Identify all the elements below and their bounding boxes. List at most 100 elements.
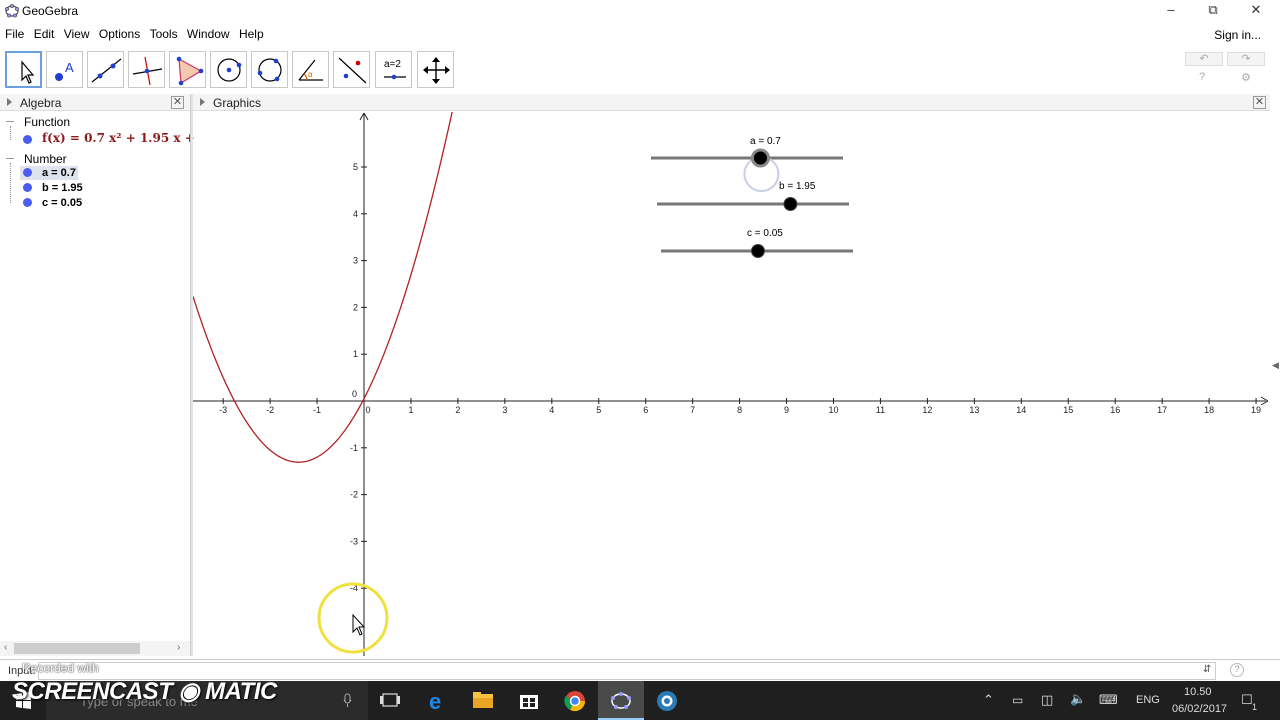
x-tick-label: 10: [828, 405, 838, 415]
slider-label: c = 0.05: [747, 228, 783, 239]
x-tick-label: 17: [1157, 405, 1167, 415]
circle-center-tool-button[interactable]: [210, 51, 247, 88]
edge-browser-icon[interactable]: e: [415, 681, 461, 720]
collapse-number-icon[interactable]: [6, 158, 14, 159]
geogebra-taskbar-button[interactable]: [598, 681, 644, 720]
geogebra-app-icon: [5, 4, 19, 18]
graphics-header: Graphics ✕: [193, 94, 1270, 111]
collapse-function-icon[interactable]: [6, 121, 14, 122]
algebra-title: Algebra: [20, 96, 62, 110]
pointer-arrow-icon: [21, 60, 35, 84]
language-indicator[interactable]: ENG: [1136, 694, 1160, 706]
input-help-icon[interactable]: ?: [1230, 663, 1244, 677]
clock-date[interactable]: 06/02/2017: [1172, 703, 1227, 715]
number-b-visibility-dot[interactable]: [23, 183, 32, 192]
settings-gear-icon[interactable]: ⚙: [1241, 71, 1251, 84]
number-c-visibility-dot[interactable]: [23, 198, 32, 207]
x-tick-label: 19: [1251, 405, 1261, 415]
circle-icon: [217, 58, 242, 82]
angle-tool-button[interactable]: α: [292, 51, 329, 88]
expand-triangle-icon[interactable]: [7, 98, 12, 106]
number-a-visibility-dot[interactable]: [23, 168, 32, 177]
menu-window[interactable]: Window: [187, 27, 230, 41]
minimize-button[interactable]: –: [1150, 0, 1192, 22]
tray-chevron-icon[interactable]: ⌃: [983, 692, 994, 708]
function-curve[interactable]: [193, 112, 453, 463]
keyboard-icon[interactable]: ⌨: [1099, 692, 1118, 708]
task-view-icon[interactable]: [368, 681, 414, 720]
x-tick-label: 3: [502, 405, 507, 415]
algebra-horizontal-scrollbar[interactable]: ‹ ›: [0, 641, 190, 656]
slider-knob[interactable]: [783, 197, 798, 211]
function-visibility-dot[interactable]: [23, 135, 32, 144]
collapse-side-icon[interactable]: ◀: [1272, 360, 1279, 371]
help-icon[interactable]: ?: [1199, 71, 1205, 83]
battery-icon[interactable]: ▭: [1012, 693, 1023, 707]
number-b[interactable]: b = 1.95: [42, 182, 83, 194]
redo-button[interactable]: ↷: [1227, 52, 1265, 66]
scroll-left-icon[interactable]: ‹: [4, 642, 7, 653]
sign-in-link[interactable]: Sign in...: [1214, 28, 1261, 42]
category-function: Function: [24, 115, 71, 129]
menu-help[interactable]: Help: [239, 27, 264, 41]
clock-time[interactable]: 10.50: [1184, 686, 1212, 698]
scrollbar-thumb[interactable]: [14, 643, 140, 654]
reflect-tool-button[interactable]: [333, 51, 370, 88]
close-window-button[interactable]: ✕: [1235, 0, 1277, 22]
restore-button[interactable]: ⧉: [1192, 0, 1234, 22]
function-definition[interactable]: f(x) = 0.7 x² + 1.95 x +: [42, 131, 195, 145]
reflect-line-icon: [338, 57, 367, 84]
close-graphics-icon[interactable]: ✕: [1253, 96, 1266, 109]
x-tick-label: 16: [1110, 405, 1120, 415]
number-c[interactable]: c = 0.05: [42, 197, 82, 209]
menu-file[interactable]: File: [5, 27, 24, 41]
volume-muted-icon[interactable]: 🔈: [1070, 691, 1086, 707]
perpendicular-line-tool-button[interactable]: [128, 51, 165, 88]
x-tick-label: 8: [737, 405, 742, 415]
circle-3-points-tool-button[interactable]: [251, 51, 288, 88]
slider-tool-button[interactable]: a=2: [375, 51, 412, 88]
menu-options[interactable]: Options: [99, 27, 140, 41]
line-tool-button[interactable]: [87, 51, 124, 88]
file-explorer-icon[interactable]: [460, 681, 506, 720]
y-tick-label: 4: [353, 209, 358, 219]
input-dropdown-icon[interactable]: ⇵: [1203, 664, 1211, 675]
network-icon[interactable]: ◫: [1041, 692, 1053, 708]
slider-knob[interactable]: [750, 148, 770, 168]
y-tick-label: 5: [353, 162, 358, 172]
point-tool-button[interactable]: A: [46, 51, 83, 88]
undo-button[interactable]: ↶: [1185, 52, 1223, 66]
menu-view[interactable]: View: [64, 27, 90, 41]
sliders[interactable]: a = 0.7 b = 1.95 c = 0.05: [651, 136, 853, 258]
mouse-cursor-icon: [352, 613, 366, 636]
y-tick-label: -1: [350, 443, 358, 453]
axes: [193, 112, 1269, 656]
close-algebra-icon[interactable]: ✕: [171, 96, 184, 109]
slider-label: b = 1.95: [779, 181, 816, 192]
number-a[interactable]: a = 0.7: [42, 167, 76, 179]
chrome-icon[interactable]: [552, 681, 598, 720]
slider-b[interactable]: b = 1.95: [657, 181, 849, 211]
y-tick-label: 1: [353, 349, 358, 359]
x-tick-label: 11: [876, 405, 885, 415]
menu-tools[interactable]: Tools: [150, 27, 178, 41]
move-graphics-tool-button[interactable]: [417, 51, 454, 88]
menu-edit[interactable]: Edit: [34, 27, 55, 41]
notifications-icon[interactable]: ☐: [1241, 692, 1253, 708]
x-tick-label: -1: [313, 405, 321, 415]
move-tool-button[interactable]: [5, 51, 42, 88]
slider-c[interactable]: c = 0.05: [661, 228, 853, 258]
scroll-right-icon[interactable]: ›: [177, 642, 180, 653]
graphics-canvas[interactable]: -3 -2 -1 0 1 2 3 4 5 6 7 8 9 10 11 12 13 14 15 16 17 18 190543…: [193, 112, 1270, 656]
algebra-header: Algebra ✕: [0, 94, 190, 111]
polygon-tool-button[interactable]: [169, 51, 206, 88]
store-icon[interactable]: [506, 681, 552, 720]
y-tick-label: -2: [350, 490, 358, 500]
title-bar: GeoGebra – ⧉ ✕: [0, 0, 1280, 22]
slider-knob[interactable]: [750, 244, 765, 258]
expand-triangle-icon[interactable]: [200, 98, 205, 106]
polygon-icon: [176, 56, 204, 86]
x-tick-label: 12: [922, 405, 932, 415]
screencast-app-icon[interactable]: [644, 681, 690, 720]
x-tick-label: 7: [690, 405, 695, 415]
